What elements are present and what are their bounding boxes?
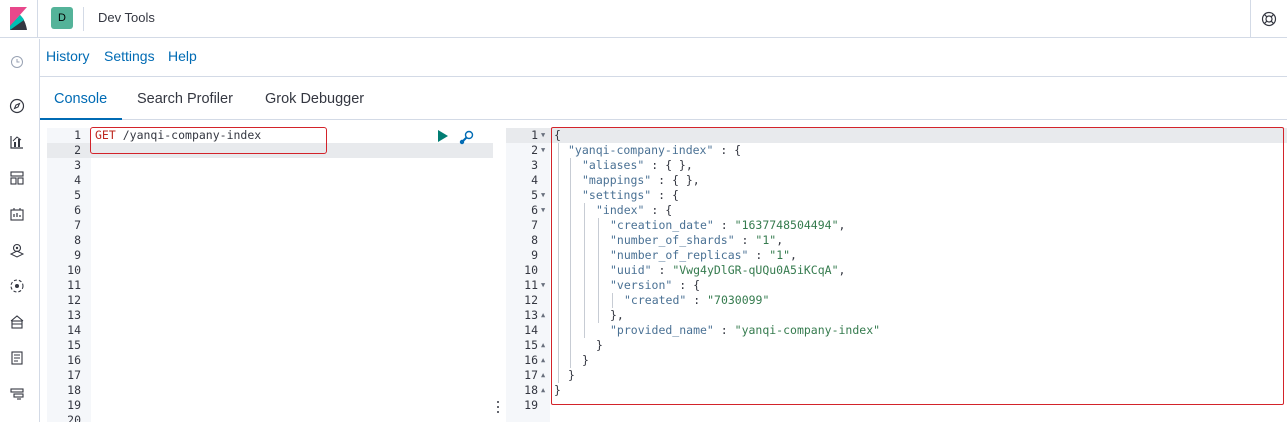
top-menu: History Settings Help [40,39,1287,77]
line-number: 14 [524,323,538,337]
kibana-logo[interactable] [0,0,38,38]
line-number: 6 [531,203,538,217]
line-number: 19 [67,398,81,412]
tab-console[interactable]: Console [54,91,107,107]
line-number: 18 [524,383,538,397]
fold-arrow-down-icon[interactable]: ▼ [541,131,545,139]
recently-viewed-icon[interactable] [8,53,26,71]
line-number: 2 [74,143,81,157]
side-nav [0,39,40,422]
tab-bar: Console Search Profiler Grok Debugger [40,78,1287,120]
ml-icon[interactable] [8,277,26,295]
fold-arrow-up-icon[interactable]: ▲ [541,356,545,364]
request-highlight-box [90,127,327,154]
line-number: 2 [531,143,538,157]
line-number: 19 [524,398,538,412]
line-number: 15 [67,338,81,352]
help-link[interactable]: Help [168,48,197,64]
fold-arrow-down-icon[interactable]: ▼ [541,146,545,154]
line-number: 11 [524,278,538,292]
visualize-icon[interactable] [8,133,26,151]
maps-icon[interactable] [8,241,26,259]
active-tab-indicator [40,118,122,120]
request-editor[interactable]: 1 2 3 4 5 6 7 8 9 10 11 12 13 14 15 16 17 18 19 20 GET /yan… [47,128,493,422]
line-number: 12 [67,293,81,307]
line-number: 3 [531,158,538,172]
line-number: 12 [524,293,538,307]
help-button[interactable] [1250,0,1287,38]
line-number: 9 [531,248,538,262]
line-number: 8 [531,233,538,247]
line-number: 17 [67,368,81,382]
infrastructure-icon[interactable] [8,313,26,331]
line-number: 6 [74,203,81,217]
settings-link[interactable]: Settings [104,48,155,64]
tab-grok-debugger[interactable]: Grok Debugger [265,91,364,107]
fold-arrow-up-icon[interactable]: ▲ [541,311,545,319]
header-bar: D Dev Tools [0,0,1287,38]
line-number: 7 [531,218,538,232]
line-number: 5 [74,188,81,202]
fold-arrow-up-icon[interactable]: ▲ [541,341,545,349]
line-number: 15 [524,338,538,352]
fold-arrow-down-icon[interactable]: ▼ [541,191,545,199]
line-number: 11 [67,278,81,292]
dashboard-icon[interactable] [8,169,26,187]
header-divider [83,7,84,31]
fold-arrow-up-icon[interactable]: ▲ [541,371,545,379]
discover-compass-icon[interactable] [8,97,26,115]
line-number: 18 [67,383,81,397]
send-request-play-icon[interactable] [437,129,449,143]
line-number: 4 [531,173,538,187]
line-number: 1 [74,128,81,142]
logs-icon[interactable] [8,349,26,367]
app-title: Dev Tools [98,10,155,25]
line-number: 8 [74,233,81,247]
tab-search-profiler[interactable]: Search Profiler [137,91,233,107]
line-number: 7 [74,218,81,232]
line-number: 5 [531,188,538,202]
help-lifebuoy-icon [1261,11,1277,27]
response-highlight-box [551,127,1284,405]
panel-resize-handle[interactable] [496,400,500,414]
line-number: 16 [67,353,81,367]
line-number: 10 [524,263,538,277]
fold-arrow-down-icon[interactable]: ▼ [541,281,545,289]
line-number: 1 [531,128,538,142]
apm-icon[interactable] [8,385,26,403]
fold-arrow-up-icon[interactable]: ▲ [541,386,545,394]
request-options-wrench-icon[interactable] [458,129,475,146]
line-number: 9 [74,248,81,262]
canvas-icon[interactable] [8,205,26,223]
kibana-logo-icon [10,7,27,30]
line-number: 3 [74,158,81,172]
line-number: 13 [67,308,81,322]
line-number: 16 [524,353,538,367]
line-number: 20 [67,413,81,422]
line-number: 4 [74,173,81,187]
line-number: 14 [67,323,81,337]
line-number: 10 [67,263,81,277]
fold-arrow-down-icon[interactable]: ▼ [541,206,545,214]
line-number: 17 [524,368,538,382]
history-link[interactable]: History [46,48,90,64]
line-number: 13 [524,308,538,322]
space-avatar[interactable]: D [51,7,73,29]
